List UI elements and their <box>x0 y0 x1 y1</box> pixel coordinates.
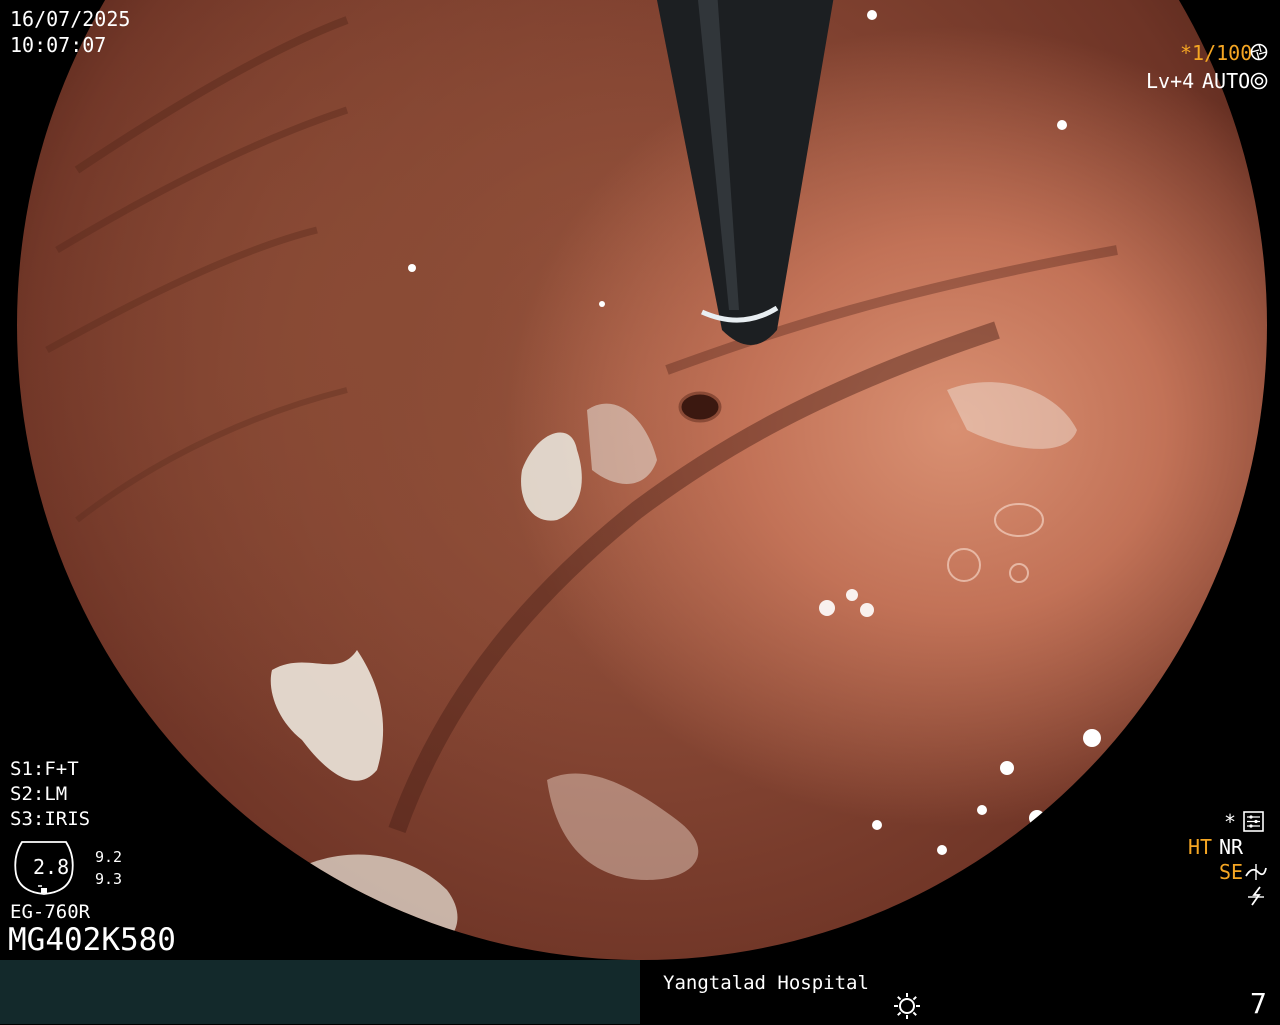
mucus-patch <box>521 432 582 521</box>
hospital-name: Yangtalad Hospital <box>663 972 869 994</box>
specular-highlight <box>872 820 882 830</box>
specular-highlight <box>1029 810 1045 826</box>
specular-highlight <box>867 10 877 20</box>
scale-center-value: 2.8 <box>33 855 70 879</box>
scale-bottom-value: 9.3 <box>95 870 123 888</box>
bubble <box>994 503 1044 537</box>
bubble <box>1009 563 1029 583</box>
shutter-speed: *1/100 <box>1180 41 1253 65</box>
endoscopic-view <box>17 0 1267 960</box>
specular-highlight <box>1083 729 1101 747</box>
footer-bar: Yangtalad Hospital 7 <box>0 960 1280 1024</box>
specular-highlight <box>1000 761 1014 775</box>
enhancement-settings-icon <box>1243 811 1264 832</box>
scope-serial: MG402K580 <box>8 922 176 958</box>
mucosal-fold <box>74 16 349 174</box>
setting-s2: S2:LM <box>10 783 68 805</box>
mucus-patch <box>267 854 458 960</box>
specular-highlight <box>860 603 874 617</box>
exposure-mode: AUTO <box>1202 69 1251 93</box>
mucosal-fold <box>45 226 318 354</box>
star-indicator: * <box>1224 810 1237 834</box>
specular-highlight <box>937 845 947 855</box>
auto-exposure-icon <box>1250 72 1268 90</box>
mucus-patch <box>270 650 384 781</box>
time-label: 10:07:07 <box>10 33 107 57</box>
date-label: 16/07/2025 <box>10 7 131 31</box>
specular-highlight <box>819 600 835 616</box>
light-source-icon <box>892 991 922 1021</box>
mucosal-fold <box>75 387 348 523</box>
footer-left-panel <box>0 960 640 1024</box>
setting-s3: S3:IRIS <box>10 808 91 830</box>
mucosal-fold <box>55 106 349 254</box>
mucus-patch <box>947 382 1077 449</box>
specular-highlight <box>1057 120 1067 130</box>
gastric-mucosa-image <box>45 0 1118 960</box>
scale-top-value: 9.2 <box>95 848 123 866</box>
mucus-patch <box>587 403 657 484</box>
endoscope-shaft <box>656 0 834 345</box>
scope-model: EG-760R <box>10 901 91 923</box>
ht-indicator: HT <box>1188 835 1213 859</box>
mucus-patch <box>547 773 699 880</box>
specular-highlight <box>977 805 987 815</box>
bubble <box>678 391 722 423</box>
image-counter: 7 <box>1250 987 1267 1020</box>
aperture-icon <box>1250 43 1268 61</box>
lightning-icon <box>1246 886 1266 906</box>
bubble <box>947 548 981 582</box>
se-indicator: SE <box>1219 860 1244 884</box>
nr-indicator: NR <box>1219 835 1244 859</box>
specular-highlight <box>599 301 605 307</box>
setting-s1: S1:F+T <box>10 758 79 780</box>
structure-enhancement-icon <box>1244 862 1268 882</box>
specular-highlight <box>846 589 858 601</box>
specular-highlight <box>408 264 416 272</box>
brightness-level: Lv+4 <box>1146 69 1195 93</box>
